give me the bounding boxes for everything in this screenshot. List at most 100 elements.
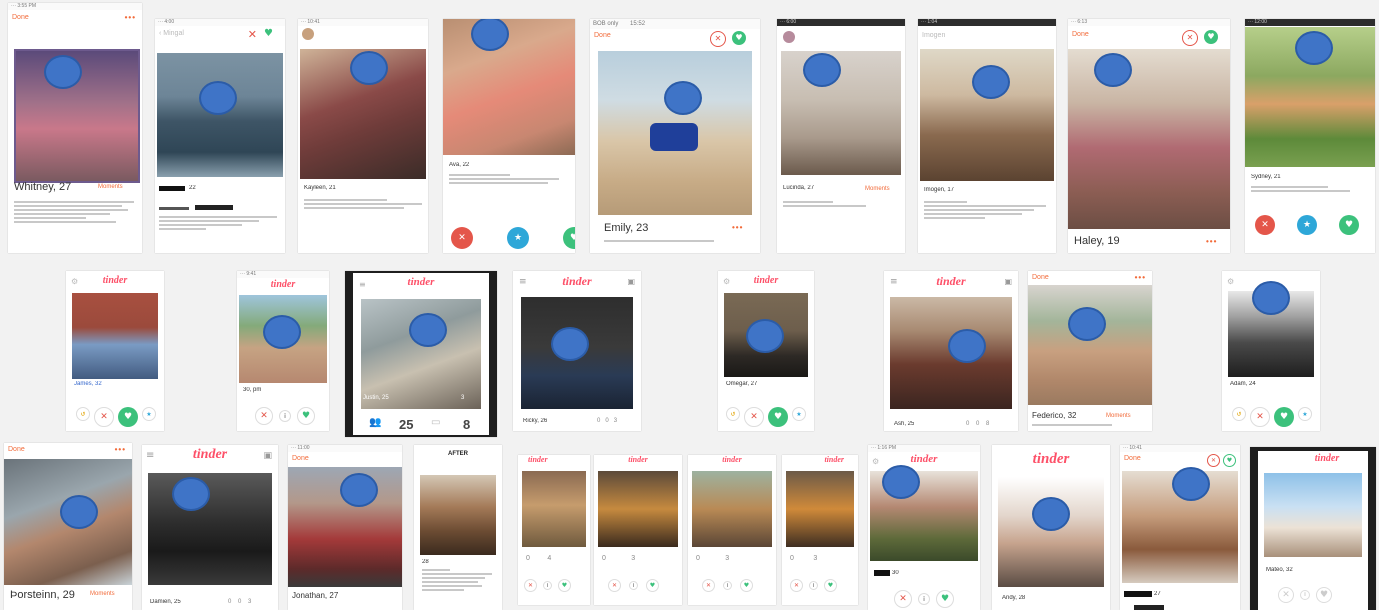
profile-card[interactable]: BOB only 15:52 Done ✕ ♥ Emily, 23 ••• bbox=[590, 19, 760, 253]
info-button[interactable]: i bbox=[723, 581, 732, 590]
profile-card[interactable]: ≡ tinder Justin, 25 3 👥 25 ▭ 8 bbox=[345, 271, 497, 437]
rewind-button[interactable]: ↺ bbox=[726, 407, 740, 421]
close-icon[interactable]: ✕ bbox=[248, 28, 257, 41]
profile-card[interactable]: tinder Andy, 28 bbox=[992, 445, 1110, 610]
heart-icon[interactable]: ♥ bbox=[264, 28, 273, 39]
profile-card[interactable]: tinder 0 3 ✕ i ♥ bbox=[594, 455, 682, 605]
info-button[interactable]: i bbox=[1300, 590, 1310, 600]
like-button[interactable]: ♥ bbox=[1339, 215, 1359, 235]
like-button[interactable]: ♥ bbox=[740, 579, 753, 592]
profile-card[interactable]: ≡ tinder ▣ Ash, 25 0 0 8 bbox=[884, 271, 1018, 431]
close-icon[interactable]: ✕ bbox=[1207, 454, 1220, 467]
dislike-button[interactable]: ✕ bbox=[451, 227, 473, 249]
like-button[interactable]: ♥ bbox=[297, 407, 315, 425]
profile-card[interactable]: ··· 1:16 PM ⚙ tinder 30 ✕ i ♥ bbox=[868, 445, 980, 610]
profile-card[interactable]: ··· 9:41 tinder 30, pm ✕ i ♥ bbox=[237, 271, 329, 431]
heart-icon[interactable]: ♥ bbox=[1223, 454, 1236, 467]
profile-photo[interactable] bbox=[157, 53, 283, 177]
dislike-button[interactable]: ✕ bbox=[790, 579, 803, 592]
done-button[interactable]: Done bbox=[1028, 271, 1152, 285]
gear-icon[interactable]: ⚙ bbox=[1227, 277, 1234, 286]
dislike-button[interactable]: ✕ bbox=[94, 407, 114, 427]
info-button[interactable]: i bbox=[809, 581, 818, 590]
close-icon[interactable]: ✕ bbox=[1182, 30, 1198, 46]
like-button[interactable]: ♥ bbox=[1316, 587, 1332, 603]
superlike-button[interactable]: ★ bbox=[142, 407, 156, 421]
profile-photo[interactable] bbox=[420, 475, 496, 555]
profile-card[interactable]: ≡ tinder ▣ Ricky, 26 0 0 3 bbox=[513, 271, 641, 431]
heart-icon[interactable]: ♥ bbox=[732, 31, 746, 45]
profile-photo[interactable] bbox=[598, 471, 678, 547]
superlike-button[interactable]: ★ bbox=[1297, 215, 1317, 235]
profile-card[interactable]: tinder Mateo, 32 ✕ i ♥ bbox=[1250, 447, 1376, 610]
close-icon[interactable]: ✕ bbox=[710, 31, 726, 47]
dislike-button[interactable]: ✕ bbox=[608, 579, 621, 592]
info-button[interactable]: i bbox=[543, 581, 552, 590]
back-button[interactable]: Imogen bbox=[918, 29, 1056, 43]
profile-card[interactable]: Done ••• Þorsteinn, 29 Moments bbox=[4, 443, 132, 610]
profile-card[interactable]: ··· 10:41 Kayleen, 21 bbox=[298, 19, 428, 253]
profile-card[interactable]: ··· 3:55 PM Done ••• Whitney, 27 Moments bbox=[8, 3, 142, 253]
profile-card[interactable]: ··· 11:00 Done Jonathan, 27 bbox=[288, 445, 402, 610]
dislike-button[interactable]: ✕ bbox=[894, 590, 912, 608]
info-button[interactable]: i bbox=[918, 593, 930, 605]
dislike-button[interactable]: ✕ bbox=[1255, 215, 1275, 235]
more-icon[interactable]: ••• bbox=[1135, 273, 1146, 282]
profile-photo[interactable] bbox=[1264, 473, 1362, 557]
done-button[interactable]: Done bbox=[288, 452, 402, 466]
rewind-button[interactable]: ↺ bbox=[76, 407, 90, 421]
dislike-button[interactable]: ✕ bbox=[744, 407, 764, 427]
superlike-button[interactable]: ★ bbox=[792, 407, 806, 421]
profile-card[interactable]: ··· 6:13 Done ✕ ♥ Haley, 19 ••• bbox=[1068, 19, 1230, 253]
dislike-button[interactable]: ✕ bbox=[524, 579, 537, 592]
heart-icon[interactable]: ♥ bbox=[1204, 30, 1218, 44]
like-button[interactable]: ♥ bbox=[558, 579, 571, 592]
profile-card[interactable]: ··· 1:04 Imogen Imogen, 17 bbox=[918, 19, 1056, 253]
chat-icon[interactable]: ▣ bbox=[263, 451, 272, 461]
chat-icon[interactable]: ▣ bbox=[1004, 277, 1012, 286]
like-button[interactable]: ♥ bbox=[563, 227, 575, 249]
like-button[interactable]: ♥ bbox=[768, 407, 788, 427]
more-icon[interactable]: ••• bbox=[732, 223, 743, 232]
profile-photo[interactable] bbox=[522, 471, 586, 547]
dislike-button[interactable]: ✕ bbox=[702, 579, 715, 592]
profile-card[interactable]: AFTER 28 bbox=[414, 445, 502, 610]
profile-photo[interactable] bbox=[1068, 49, 1230, 229]
profile-photo[interactable] bbox=[692, 471, 772, 547]
profile-card[interactable]: ⚙ tinder Omegar, 27 ↺ ✕ ♥ ★ bbox=[718, 271, 814, 431]
profile-card[interactable]: Ava, 22 ✕ ★ ♥ bbox=[443, 19, 575, 253]
profile-card[interactable]: Done ••• Federico, 32 Moments bbox=[1028, 271, 1152, 431]
profile-photo[interactable] bbox=[443, 19, 575, 155]
chat-icon[interactable]: ▣ bbox=[627, 277, 635, 286]
profile-card[interactable]: ··· 6:00 Lucinda, 27 Moments bbox=[777, 19, 905, 253]
profile-card[interactable]: ··· 12:00 Sydney, 21 ✕ ★ ♥ bbox=[1245, 19, 1375, 253]
like-button[interactable]: ♥ bbox=[824, 579, 837, 592]
profile-card[interactable]: ⚙ Adam, 24 ↺ ✕ ♥ ★ bbox=[1222, 271, 1320, 431]
dislike-button[interactable]: ✕ bbox=[1250, 407, 1270, 427]
like-button[interactable]: ♥ bbox=[646, 579, 659, 592]
profile-photo[interactable] bbox=[148, 473, 272, 585]
profile-photo[interactable] bbox=[72, 293, 158, 379]
profile-card[interactable]: ··· 10:41 Done ✕ ♥ 27 bbox=[1120, 445, 1240, 610]
done-button[interactable]: Done bbox=[1120, 452, 1240, 466]
profile-photo[interactable] bbox=[1028, 285, 1152, 405]
superlike-button[interactable]: ★ bbox=[1298, 407, 1312, 421]
like-button[interactable]: ♥ bbox=[936, 590, 954, 608]
like-button[interactable]: ♥ bbox=[118, 407, 138, 427]
profile-card[interactable]: tinder 0 3 ✕ i ♥ bbox=[782, 455, 858, 605]
profile-photo[interactable] bbox=[998, 477, 1104, 587]
profile-photo[interactable] bbox=[786, 471, 854, 547]
profile-card[interactable]: tinder 0 3 ✕ i ♥ bbox=[688, 455, 776, 605]
more-icon[interactable]: ••• bbox=[125, 13, 136, 22]
dislike-button[interactable]: ✕ bbox=[255, 407, 273, 425]
more-icon[interactable]: ••• bbox=[1206, 237, 1217, 246]
info-button[interactable]: i bbox=[629, 581, 638, 590]
superlike-button[interactable]: ★ bbox=[507, 227, 529, 249]
like-button[interactable]: ♥ bbox=[1274, 407, 1294, 427]
profile-card[interactable]: tinder 0 4 ✕ i ♥ bbox=[518, 455, 590, 605]
more-icon[interactable]: ••• bbox=[115, 445, 126, 454]
profile-card[interactable]: ··· 4:00 ‹ Mingal ✕ ♥ 22 bbox=[155, 19, 285, 253]
profile-card[interactable]: ⚙ tinder James, 32 ↺ ✕ ♥ ★ bbox=[66, 271, 164, 431]
done-button[interactable]: Done bbox=[8, 11, 142, 25]
dislike-button[interactable]: ✕ bbox=[1278, 587, 1294, 603]
